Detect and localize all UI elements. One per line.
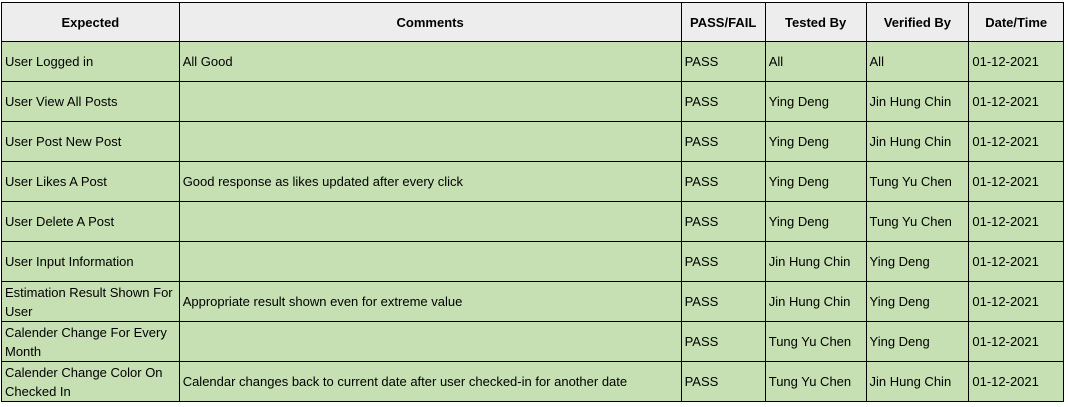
header-row: Expected Comments PASS/FAIL Tested By Ve… bbox=[1, 2, 1064, 42]
header-verified-by: Verified By bbox=[865, 2, 970, 42]
cell-tested-by: Tung Yu Chen bbox=[764, 361, 867, 402]
test-results-table: Expected Comments PASS/FAIL Tested By Ve… bbox=[1, 2, 1064, 402]
cell-tested-by: Ying Deng bbox=[764, 81, 867, 122]
cell-comments bbox=[178, 241, 682, 282]
header-pass-fail: PASS/FAIL bbox=[680, 2, 766, 42]
cell-date: 01-12-2021 bbox=[968, 81, 1064, 122]
cell-date: 01-12-2021 bbox=[968, 41, 1064, 82]
header-date-time: Date/Time bbox=[968, 2, 1064, 42]
cell-date: 01-12-2021 bbox=[968, 281, 1064, 322]
cell-expected: Calender Change For Every Month bbox=[1, 321, 180, 362]
cell-tested-by: All bbox=[764, 41, 867, 82]
cell-tested-by: Ying Deng bbox=[764, 161, 867, 202]
cell-status: PASS bbox=[680, 281, 766, 322]
cell-comments bbox=[178, 321, 682, 362]
cell-status: PASS bbox=[680, 161, 766, 202]
cell-status: PASS bbox=[680, 321, 766, 362]
cell-expected: User Input Information bbox=[1, 241, 180, 282]
cell-date: 01-12-2021 bbox=[968, 241, 1064, 282]
cell-comments bbox=[178, 121, 682, 162]
table-row: User Post New Post PASS Ying Deng Jin Hu… bbox=[1, 121, 1064, 162]
table-row: User Delete A Post PASS Ying Deng Tung Y… bbox=[1, 201, 1064, 242]
cell-status: PASS bbox=[680, 41, 766, 82]
cell-status: PASS bbox=[680, 81, 766, 122]
cell-status: PASS bbox=[680, 241, 766, 282]
cell-tested-by: Jin Hung Chin bbox=[764, 241, 867, 282]
header-comments: Comments bbox=[178, 2, 682, 42]
cell-comments: Good response as likes updated after eve… bbox=[178, 161, 682, 202]
table-row: Estimation Result Shown For User Appropr… bbox=[1, 281, 1064, 322]
cell-expected: Estimation Result Shown For User bbox=[1, 281, 180, 322]
table-row: User Logged in All Good PASS All All 01-… bbox=[1, 41, 1064, 82]
table-row: User Input Information PASS Jin Hung Chi… bbox=[1, 241, 1064, 282]
cell-comments bbox=[178, 201, 682, 242]
table-row: Calender Change For Every Month PASS Tun… bbox=[1, 321, 1064, 362]
header-tested-by: Tested By bbox=[764, 2, 867, 42]
cell-verified-by: Jin Hung Chin bbox=[865, 361, 970, 402]
cell-date: 01-12-2021 bbox=[968, 201, 1064, 242]
cell-date: 01-12-2021 bbox=[968, 321, 1064, 362]
cell-expected: User View All Posts bbox=[1, 81, 180, 122]
cell-comments: All Good bbox=[178, 41, 682, 82]
cell-status: PASS bbox=[680, 361, 766, 402]
cell-expected: User Logged in bbox=[1, 41, 180, 82]
cell-comments: Appropriate result shown even for extrem… bbox=[178, 281, 682, 322]
cell-status: PASS bbox=[680, 201, 766, 242]
header-expected: Expected bbox=[1, 2, 180, 42]
cell-tested-by: Ying Deng bbox=[764, 121, 867, 162]
cell-tested-by: Ying Deng bbox=[764, 201, 867, 242]
cell-comments bbox=[178, 81, 682, 122]
cell-status: PASS bbox=[680, 121, 766, 162]
cell-expected: User Likes A Post bbox=[1, 161, 180, 202]
table-row: Calender Change Color On Checked In Cale… bbox=[1, 361, 1064, 402]
cell-expected: User Post New Post bbox=[1, 121, 180, 162]
cell-verified-by: Ying Deng bbox=[865, 241, 970, 282]
cell-date: 01-12-2021 bbox=[968, 121, 1064, 162]
cell-expected: Calender Change Color On Checked In bbox=[1, 361, 180, 402]
table-row: User View All Posts PASS Ying Deng Jin H… bbox=[1, 81, 1064, 122]
cell-verified-by: Tung Yu Chen bbox=[865, 201, 970, 242]
cell-date: 01-12-2021 bbox=[968, 161, 1064, 202]
cell-verified-by: All bbox=[865, 41, 970, 82]
cell-comments: Calendar changes back to current date af… bbox=[178, 361, 682, 402]
cell-verified-by: Ying Deng bbox=[865, 321, 970, 362]
cell-tested-by: Jin Hung Chin bbox=[764, 281, 867, 322]
cell-verified-by: Tung Yu Chen bbox=[865, 161, 970, 202]
cell-date: 01-12-2021 bbox=[968, 361, 1064, 402]
cell-tested-by: Tung Yu Chen bbox=[764, 321, 867, 362]
cell-verified-by: Jin Hung Chin bbox=[865, 81, 970, 122]
table-row: User Likes A Post Good response as likes… bbox=[1, 161, 1064, 202]
cell-expected: User Delete A Post bbox=[1, 201, 180, 242]
cell-verified-by: Ying Deng bbox=[865, 281, 970, 322]
cell-verified-by: Jin Hung Chin bbox=[865, 121, 970, 162]
